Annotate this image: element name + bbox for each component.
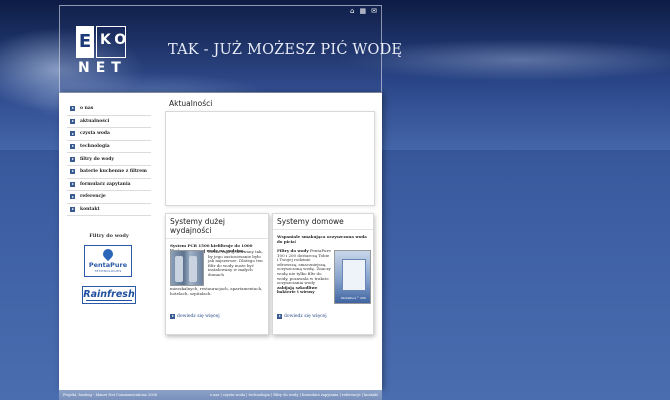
pentapure-product-photo: PentaPure™ 200 bbox=[334, 250, 371, 304]
arrow-bullet-icon bbox=[70, 106, 75, 112]
nav-item-aktualnosci[interactable]: aktualności bbox=[67, 116, 151, 129]
logo-letter-e: E bbox=[76, 26, 94, 58]
nav-item-label: kontakt bbox=[80, 207, 100, 213]
panel-home-systems: Systemy domowe Wspaniale smakująca oczys… bbox=[272, 213, 374, 335]
pentapure-logo[interactable]: PentaPure TECHNOLOGIES bbox=[84, 245, 132, 277]
nav-item-baterie-kuchenne[interactable]: baterie kuchenne z filtrem bbox=[67, 166, 151, 179]
rainfresh-logo[interactable]: Rainfresh bbox=[82, 286, 136, 304]
filter-system-photo bbox=[170, 250, 204, 286]
nav-item-label: filtry do wody bbox=[80, 156, 114, 162]
nav-item-label: czysta woda bbox=[80, 131, 110, 137]
footer: Projekt, hosting - Manet Net Communicati… bbox=[59, 390, 382, 400]
main-content: o nas aktualności czysta woda technologi… bbox=[59, 93, 382, 390]
panel-text: Został zaprojektowany tak, by jego zasto… bbox=[208, 249, 263, 277]
footer-links[interactable]: o nas | czysta woda | technologia | filt… bbox=[210, 393, 378, 397]
nav-item-referencje[interactable]: referencje bbox=[67, 191, 151, 204]
arrow-bullet-icon bbox=[70, 131, 75, 137]
logo-letters-net: NET bbox=[78, 60, 127, 76]
sidebar-nav: o nas aktualności czysta woda technologi… bbox=[67, 103, 151, 217]
pentapure-name: PentaPure bbox=[88, 261, 128, 269]
nav-item-technologia[interactable]: technologia bbox=[67, 141, 151, 154]
nav-item-label: technologia bbox=[80, 144, 110, 150]
logo-letters-ko: KO bbox=[100, 32, 131, 48]
product-caption: PentaPure™ 200 bbox=[341, 296, 366, 300]
header: ⌂ ▦ ✉ E KO NET TAK - JUŻ MOŻESZ PIĆ WODĘ bbox=[59, 5, 402, 93]
arrow-bullet-icon bbox=[70, 207, 75, 213]
site-container: ⌂ ▦ ✉ E KO NET TAK - JUŻ MOŻESZ PIĆ WODĘ… bbox=[59, 5, 402, 400]
filters-heading: Filtry do wody bbox=[89, 233, 129, 239]
read-more-link[interactable]: dowiedz się więcej bbox=[170, 314, 220, 319]
panel-title: Systemy domowe bbox=[273, 214, 373, 230]
panel-text-bold-end: zabijają szkodliwe bakterie i wirusy bbox=[277, 284, 318, 295]
read-more-label: dowiedz się więcej bbox=[177, 314, 220, 319]
read-more-link[interactable]: dowiedz się więcej bbox=[277, 314, 327, 319]
panel-text-body: PentaPure 100 i 200 dostarczą Tobie i Tw… bbox=[277, 248, 331, 286]
sitemap-icon[interactable]: ▦ bbox=[360, 8, 367, 15]
news-heading: Aktualności bbox=[169, 99, 213, 108]
nav-item-kontakt[interactable]: kontakt bbox=[67, 204, 151, 217]
nav-item-label: referencje bbox=[80, 194, 106, 200]
arrow-bullet-icon bbox=[170, 314, 175, 319]
header-slogan: TAK - JUŻ MOŻESZ PIĆ WODĘ bbox=[168, 42, 403, 58]
nav-item-formularz-zapytania[interactable]: formularz zapytania bbox=[67, 179, 151, 192]
footer-credits: Projekt, hosting - Manet Net Communicati… bbox=[63, 393, 158, 397]
arrow-bullet-icon bbox=[70, 156, 75, 162]
arrow-bullet-icon bbox=[70, 144, 75, 150]
arrow-bullet-icon bbox=[70, 169, 75, 175]
nav-item-o-nas[interactable]: o nas bbox=[67, 103, 151, 116]
nav-item-label: baterie kuchenne z filtrem bbox=[80, 169, 147, 175]
nav-item-czysta-woda[interactable]: czysta woda bbox=[67, 128, 151, 141]
arrow-bullet-icon bbox=[70, 118, 75, 124]
nav-item-label: o nas bbox=[80, 106, 94, 112]
panel-high-capacity: Systemy dużej wydajności System PCR 1500… bbox=[165, 213, 269, 335]
panel-text: Filtry do wody PentaPure 100 i 200 dosta… bbox=[277, 248, 331, 295]
panel-lead: Wspaniale smakująca oczyszczona woda do … bbox=[277, 234, 367, 244]
panel-title: Systemy dużej wydajności bbox=[166, 214, 268, 239]
water-drop-icon bbox=[100, 246, 116, 262]
top-icons: ⌂ ▦ ✉ bbox=[350, 8, 377, 15]
read-more-label: dowiedz się więcej bbox=[284, 314, 327, 319]
pentapure-subtitle: TECHNOLOGIES bbox=[94, 269, 122, 273]
nav-item-label: aktualności bbox=[80, 118, 110, 124]
mail-icon[interactable]: ✉ bbox=[371, 8, 377, 15]
arrow-bullet-icon bbox=[70, 194, 75, 200]
nav-item-label: formularz zapytania bbox=[80, 181, 131, 187]
nav-item-filtry-do-wody[interactable]: filtry do wody bbox=[67, 153, 151, 166]
arrow-bullet-icon bbox=[277, 314, 282, 319]
home-icon[interactable]: ⌂ bbox=[350, 8, 354, 15]
arrow-bullet-icon bbox=[70, 181, 75, 187]
news-box bbox=[165, 111, 375, 206]
logo[interactable]: E KO NET bbox=[76, 26, 128, 80]
panel-text-continued: mieszkalnych, restauracjach, apartamenta… bbox=[170, 286, 263, 296]
